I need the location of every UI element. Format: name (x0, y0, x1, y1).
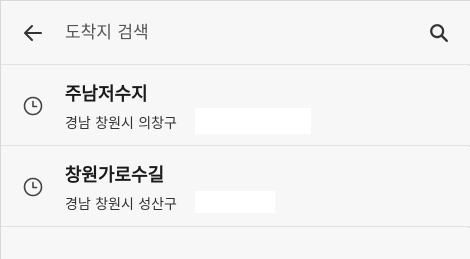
history-item-title: 주남저수지 (65, 84, 148, 105)
clock-icon (23, 96, 43, 116)
search-button[interactable] (421, 17, 457, 49)
history-item-address: 경남 창원시 성산구 (65, 197, 177, 213)
search-icon (430, 24, 448, 42)
back-button[interactable] (15, 17, 51, 49)
history-item[interactable]: 주남저수지 경남 창원시 의창구 (1, 66, 470, 146)
history-item-address: 경남 창원시 의창구 (65, 116, 177, 132)
empty-list-area (1, 228, 470, 259)
arrow-left-icon (24, 25, 42, 41)
screen: 주남저수지 경남 창원시 의창구 창원가로수길 경남 창원시 성산구 (0, 0, 470, 259)
search-header (1, 1, 470, 65)
history-item-title: 창원가로수길 (65, 165, 165, 186)
destination-search-input[interactable] (65, 19, 395, 47)
redacted-address-block (195, 191, 275, 213)
redacted-address-block (195, 108, 311, 134)
history-item[interactable]: 창원가로수길 경남 창원시 성산구 (1, 147, 470, 227)
clock-icon (23, 177, 43, 197)
